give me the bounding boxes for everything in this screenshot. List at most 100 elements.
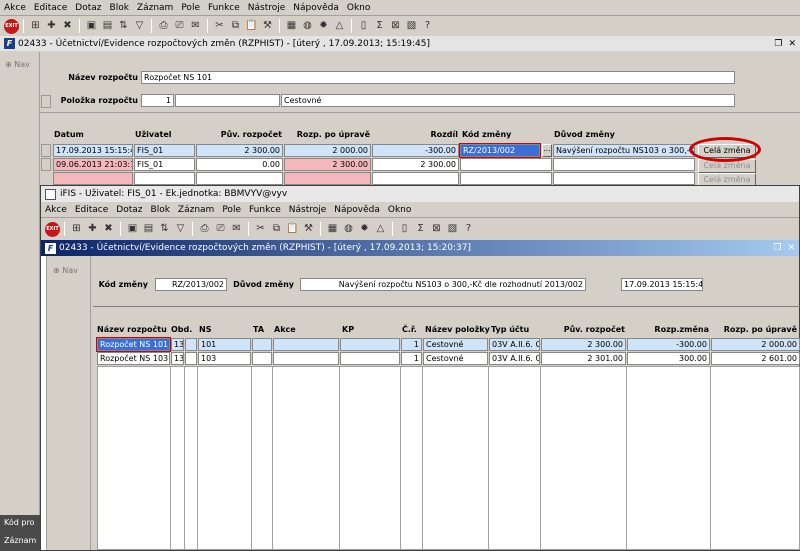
nav-label[interactable]: Nav (14, 60, 30, 69)
document-icon[interactable]: ▯ (397, 222, 412, 237)
cell-po[interactable]: 2 601.00 (711, 352, 800, 365)
tools-icon[interactable]: ⚒ (260, 19, 275, 34)
restore-icon[interactable]: ❐ (773, 243, 781, 253)
polozka-name-field[interactable]: Cestovné (281, 94, 735, 107)
restore-icon[interactable]: ❐ (774, 39, 782, 49)
menu-nastroje[interactable]: Nástroje (285, 202, 331, 218)
paste-icon[interactable]: 📋 (285, 222, 300, 237)
paste-icon[interactable]: 📋 (244, 19, 259, 34)
cell-empty[interactable] (185, 352, 197, 365)
query-icon[interactable]: ▣ (84, 19, 99, 34)
close-icon[interactable]: ✕ (788, 39, 796, 49)
cell-empty[interactable] (53, 172, 133, 185)
filter-icon[interactable]: ▽ (173, 222, 188, 237)
cell-puv[interactable]: 2 300.00 (196, 144, 283, 157)
exit-icon[interactable]: EXIT (45, 221, 60, 237)
menu-blok[interactable]: Blok (106, 0, 133, 16)
menu-napoveda[interactable]: Nápověda (289, 0, 343, 16)
close-icon[interactable]: ✕ (787, 243, 795, 253)
cell-typ[interactable]: 03V A.II.6. C (489, 352, 540, 365)
cell-puv[interactable]: 2 301.00 (541, 352, 626, 365)
cell-polozka[interactable]: Cestovné (423, 352, 488, 365)
cell-akce[interactable] (273, 352, 339, 365)
nazev-rozpoctu-field[interactable]: Rozpočet NS 101 (141, 71, 735, 84)
print-icon[interactable]: ⎙ (156, 19, 171, 34)
cell-zmena[interactable]: 300.00 (627, 352, 710, 365)
copy-icon[interactable]: ⧉ (269, 222, 284, 237)
print-preview-icon[interactable]: ⎚ (213, 222, 228, 237)
menu-akce[interactable]: Akce (41, 202, 71, 218)
insert-icon[interactable]: ⊞ (28, 19, 43, 34)
document-icon[interactable]: ▯ (356, 19, 371, 34)
cell-empty[interactable] (185, 338, 197, 351)
cell-obd[interactable]: 13 (171, 352, 184, 365)
cell-po[interactable]: 2 000.00 (711, 338, 800, 351)
menu-pole[interactable]: Pole (177, 0, 204, 16)
cell-ns[interactable]: 101 (198, 338, 251, 351)
cell-datum[interactable]: 09.06.2013 21:03:16 (53, 158, 133, 171)
menu-dotaz[interactable]: Dotaz (71, 0, 105, 16)
cell-ta[interactable] (252, 338, 272, 351)
cell-obd[interactable]: 13 (171, 338, 184, 351)
menu-editace[interactable]: Editace (30, 0, 71, 16)
exit-icon[interactable]: EXIT (4, 18, 19, 34)
cell-empty[interactable] (134, 172, 195, 185)
cell-datum[interactable]: 17.09.2013 15:15:46 (53, 144, 133, 157)
menu-funkce[interactable]: Funkce (245, 202, 285, 218)
cell-puv[interactable]: 2 300.00 (541, 338, 626, 351)
cell-empty[interactable] (196, 172, 283, 185)
duvod-zmeny-field[interactable]: Navýšení rozpočtu NS103 o 300,-Kč dle ro… (300, 278, 586, 291)
mail-icon[interactable]: ✉ (188, 19, 203, 34)
menu-editace[interactable]: Editace (71, 202, 112, 218)
cell-ta[interactable] (252, 352, 272, 365)
image-icon[interactable]: ▧ (445, 222, 460, 237)
cell-cr[interactable]: 1 (401, 338, 422, 351)
filter-icon[interactable]: ▽ (132, 19, 147, 34)
query-run-icon[interactable]: ▤ (141, 222, 156, 237)
calculator-icon[interactable]: ▦ (325, 222, 340, 237)
menu-okno[interactable]: Okno (384, 202, 416, 218)
menu-akce[interactable]: Akce (0, 0, 30, 16)
cut-icon[interactable]: ✂ (212, 19, 227, 34)
cell-kp[interactable] (340, 352, 400, 365)
help-icon[interactable]: ? (420, 19, 435, 34)
warning-icon[interactable]: △ (332, 19, 347, 34)
cell-duvod[interactable]: Navýšení rozpočtu NS103 o 300,-Kč d (553, 144, 695, 157)
query-run-icon[interactable]: ▤ (100, 19, 115, 34)
menu-nastroje[interactable]: Nástroje (244, 0, 290, 16)
print-icon[interactable]: ⎙ (197, 222, 212, 237)
excel-icon[interactable]: ⊠ (429, 222, 444, 237)
globe-icon[interactable]: ◍ (300, 19, 315, 34)
row-indicator[interactable] (41, 144, 51, 157)
print-preview-icon[interactable]: ⎚ (172, 19, 187, 34)
nav-label[interactable]: Nav (62, 266, 78, 275)
polozka-empty-field[interactable] (175, 94, 280, 107)
cell-rozdil[interactable]: -300.00 (372, 144, 459, 157)
cell-po[interactable]: 2 000.00 (284, 144, 371, 157)
globe-icon[interactable]: ◍ (341, 222, 356, 237)
sort-icon[interactable]: ⇅ (116, 19, 131, 34)
insert-icon[interactable]: ⊞ (69, 222, 84, 237)
cell-nazev[interactable]: Rozpočet NS 103 (97, 352, 170, 365)
cell-akce[interactable] (273, 338, 339, 351)
menu-napoveda[interactable]: Nápověda (330, 202, 384, 218)
mail-icon[interactable]: ✉ (229, 222, 244, 237)
cell-kod-selected[interactable]: RZ/2013/002 (459, 143, 541, 158)
warning-icon[interactable]: △ (373, 222, 388, 237)
cell-empty[interactable] (372, 172, 459, 185)
cell-zmena[interactable]: -300.00 (627, 338, 710, 351)
cell-kod[interactable] (460, 158, 552, 171)
add-record-icon[interactable]: ✚ (44, 19, 59, 34)
copy-icon[interactable]: ⧉ (228, 19, 243, 34)
cell-empty[interactable] (284, 172, 371, 185)
cell-typ[interactable]: 03V A.II.6. C (489, 338, 540, 351)
sum-icon[interactable]: Σ (413, 222, 428, 237)
menu-blok[interactable]: Blok (147, 202, 174, 218)
menu-funkce[interactable]: Funkce (204, 0, 244, 16)
query-icon[interactable]: ▣ (125, 222, 140, 237)
tools-icon[interactable]: ⚒ (301, 222, 316, 237)
help-icon[interactable]: ? (461, 222, 476, 237)
delete-record-icon[interactable]: ✖ (60, 19, 75, 34)
cell-rozdil[interactable]: 2 300.00 (372, 158, 459, 171)
menu-zaznam[interactable]: Záznam (174, 202, 218, 218)
